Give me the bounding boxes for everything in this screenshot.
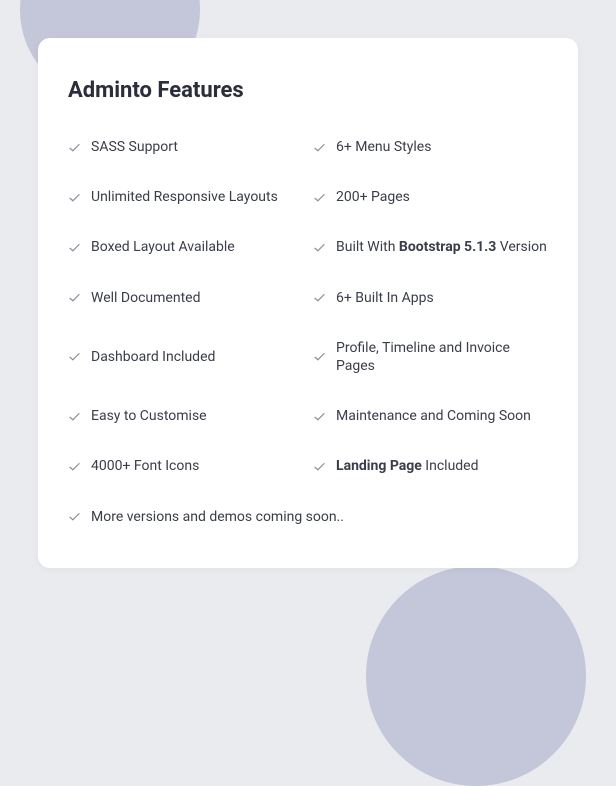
card-title: Adminto Features — [68, 78, 548, 103]
check-icon — [68, 460, 81, 473]
feature-text: Easy to Customise — [91, 407, 207, 425]
background-circle-bottom — [366, 566, 586, 786]
check-icon — [68, 510, 81, 523]
check-icon — [68, 191, 81, 204]
features-grid: SASS Support 6+ Menu Styles Unlimited Re… — [68, 138, 548, 526]
feature-item: Maintenance and Coming Soon — [313, 407, 548, 425]
feature-text: SASS Support — [91, 138, 178, 156]
check-icon — [313, 460, 326, 473]
feature-item: Unlimited Responsive Layouts — [68, 188, 303, 206]
feature-item: Profile, Timeline and Invoice Pages — [313, 339, 548, 375]
features-card: Adminto Features SASS Support 6+ Menu St… — [38, 38, 578, 568]
check-icon — [68, 291, 81, 304]
check-icon — [313, 350, 326, 363]
feature-text: Well Documented — [91, 289, 200, 307]
feature-item: SASS Support — [68, 138, 303, 156]
feature-text: Boxed Layout Available — [91, 238, 235, 256]
feature-text: Unlimited Responsive Layouts — [91, 188, 278, 206]
feature-item: Built With Bootstrap 5.1.3 Version — [313, 238, 548, 256]
feature-item: Dashboard Included — [68, 339, 303, 375]
feature-item: Well Documented — [68, 289, 303, 307]
check-icon — [313, 410, 326, 423]
feature-item: 6+ Menu Styles — [313, 138, 548, 156]
check-icon — [313, 191, 326, 204]
check-icon — [68, 410, 81, 423]
check-icon — [313, 291, 326, 304]
feature-text: 6+ Menu Styles — [336, 138, 431, 156]
feature-item: Boxed Layout Available — [68, 238, 303, 256]
check-icon — [68, 241, 81, 254]
feature-text: Built With Bootstrap 5.1.3 Version — [336, 238, 547, 256]
feature-item: 4000+ Font Icons — [68, 457, 303, 475]
feature-item-footer: More versions and demos coming soon.. — [68, 508, 548, 526]
feature-text: 6+ Built In Apps — [336, 289, 434, 307]
feature-text: Maintenance and Coming Soon — [336, 407, 531, 425]
feature-item: Easy to Customise — [68, 407, 303, 425]
check-icon — [68, 141, 81, 154]
check-icon — [68, 350, 81, 363]
feature-text: Landing Page Included — [336, 457, 479, 475]
check-icon — [313, 141, 326, 154]
feature-text: 200+ Pages — [336, 188, 410, 206]
feature-text: 4000+ Font Icons — [91, 457, 199, 475]
feature-text: Dashboard Included — [91, 348, 215, 366]
feature-text: Profile, Timeline and Invoice Pages — [336, 339, 548, 375]
feature-item: Landing Page Included — [313, 457, 548, 475]
feature-item: 6+ Built In Apps — [313, 289, 548, 307]
check-icon — [313, 241, 326, 254]
feature-item: 200+ Pages — [313, 188, 548, 206]
feature-text: More versions and demos coming soon.. — [91, 508, 344, 526]
